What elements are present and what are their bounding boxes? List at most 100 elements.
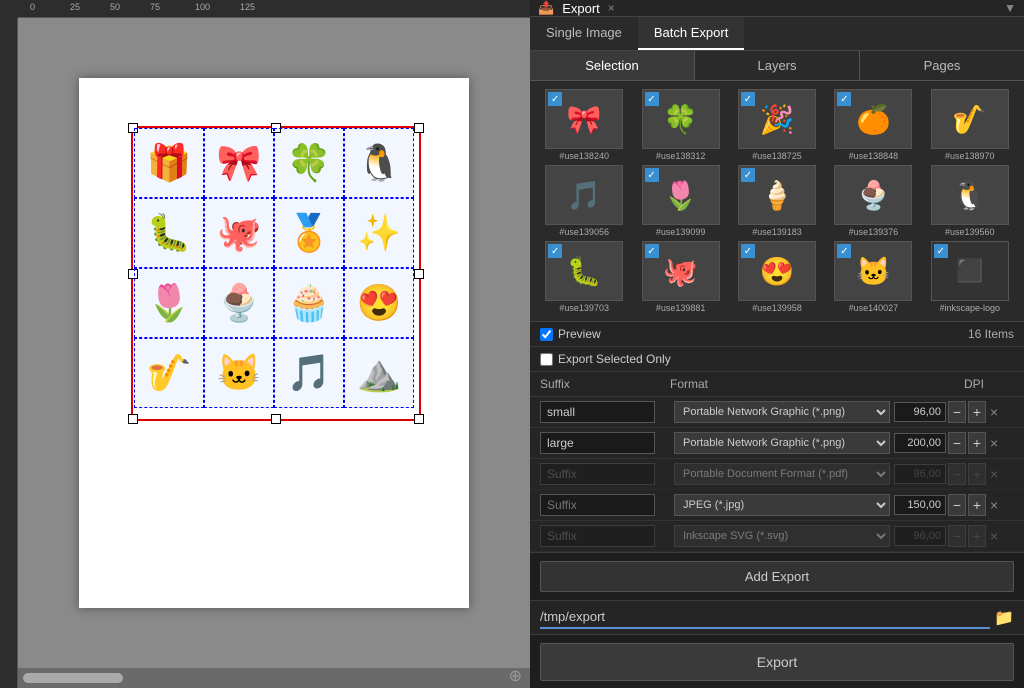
canvas-emoji-0: 🎁 xyxy=(134,128,204,198)
thumb-check-10[interactable]: ✓ xyxy=(548,244,562,258)
dpi-plus-0[interactable]: + xyxy=(968,401,986,423)
preview-checkbox-row: Preview xyxy=(540,327,601,341)
thumb-11[interactable]: ✓ 🐙 #use139881 xyxy=(634,241,726,313)
thumb-6[interactable]: ✓ 🌷 #use139099 xyxy=(634,165,726,237)
format-select-3[interactable]: JPEG (*.jpg) Portable Network Graphic (*… xyxy=(674,494,890,516)
thumb-box-8: 🍨 xyxy=(834,165,912,225)
dpi-group-1: − + × xyxy=(894,432,1014,454)
dpi-minus-1[interactable]: − xyxy=(948,432,966,454)
thumb-label-10: #use139703 xyxy=(559,303,609,313)
export-selected-checkbox[interactable] xyxy=(540,353,553,366)
thumb-box-10: ✓ 🐛 xyxy=(545,241,623,301)
filepath-input[interactable] xyxy=(540,606,990,629)
subtab-layers[interactable]: Layers xyxy=(695,51,860,80)
panel-collapse-icon[interactable]: ▼ xyxy=(1004,1,1016,15)
format-select-2[interactable]: Portable Document Format (*.pdf) Portabl… xyxy=(674,463,890,485)
thumb-4[interactable]: 🎷 #use138970 xyxy=(924,89,1016,161)
thumb-check-12[interactable]: ✓ xyxy=(741,244,755,258)
preview-checkbox[interactable] xyxy=(540,328,553,341)
thumb-7[interactable]: ✓ 🍦 #use139183 xyxy=(731,165,823,237)
thumb-0[interactable]: ✓ 🎀 #use138240 xyxy=(538,89,630,161)
dpi-plus-3[interactable]: + xyxy=(968,494,986,516)
canvas-emoji-2: 🍀 xyxy=(274,128,344,198)
thumb-check-1[interactable]: ✓ xyxy=(645,92,659,106)
dpi-input-4[interactable] xyxy=(894,526,946,546)
dpi-delete-3[interactable]: × xyxy=(990,497,998,513)
dpi-delete-1[interactable]: × xyxy=(990,435,998,451)
export-button[interactable]: Export xyxy=(540,643,1014,681)
dpi-minus-2[interactable]: − xyxy=(948,463,966,485)
folder-icon[interactable]: 📁 xyxy=(994,608,1014,628)
format-select-1[interactable]: Portable Network Graphic (*.png) Portabl… xyxy=(674,432,890,454)
thumb-box-3: ✓ 🍊 xyxy=(834,89,912,149)
thumb-check-3[interactable]: ✓ xyxy=(837,92,851,106)
thumb-14[interactable]: ✓ ⬛ #inkscape-logo xyxy=(924,241,1016,313)
thumb-box-7: ✓ 🍦 xyxy=(738,165,816,225)
canvas-inner: 🎁 🎀 🍀 🐧 🐛 🐙 🏅 ✨ 🌷 🍨 🧁 😍 🎷 🐱 🎵 ⛰️ xyxy=(18,18,530,668)
panel-close-icon[interactable]: × xyxy=(608,1,615,15)
thumb-13[interactable]: ✓ 🐱 #use140027 xyxy=(827,241,919,313)
handle-tr xyxy=(414,123,424,133)
filepath-row: 📁 xyxy=(530,600,1024,635)
thumb-5[interactable]: 🎵 #use139056 xyxy=(538,165,630,237)
export-row-0: Portable Network Graphic (*.png) Portabl… xyxy=(530,397,1024,428)
canvas-emoji-3: 🐧 xyxy=(344,128,414,198)
dpi-delete-4[interactable]: × xyxy=(990,528,998,544)
thumb-check-2[interactable]: ✓ xyxy=(741,92,755,106)
thumb-check-6[interactable]: ✓ xyxy=(645,168,659,182)
dpi-input-3[interactable] xyxy=(894,495,946,515)
thumb-10[interactable]: ✓ 🐛 #use139703 xyxy=(538,241,630,313)
tab-batch-export[interactable]: Batch Export xyxy=(638,17,744,50)
subtab-selection[interactable]: Selection xyxy=(530,51,695,80)
thumb-12[interactable]: ✓ 😍 #use139958 xyxy=(731,241,823,313)
suffix-input-4[interactable] xyxy=(540,525,655,547)
suffix-input-1[interactable] xyxy=(540,432,655,454)
horizontal-scrollbar[interactable] xyxy=(18,668,530,688)
canvas-emoji-10: 🧁 xyxy=(274,268,344,338)
export-row-1: Portable Network Graphic (*.png) Portabl… xyxy=(530,428,1024,459)
dpi-input-1[interactable] xyxy=(894,433,946,453)
snap-icon[interactable]: ⊕ xyxy=(509,666,522,686)
subtab-pages[interactable]: Pages xyxy=(860,51,1024,80)
dpi-plus-4[interactable]: + xyxy=(968,525,986,547)
thumb-box-2: ✓ 🎉 xyxy=(738,89,816,149)
dpi-minus-4[interactable]: − xyxy=(948,525,966,547)
thumb-9[interactable]: 🐧 #use139560 xyxy=(924,165,1016,237)
dpi-group-3: − + × xyxy=(894,494,1014,516)
dpi-minus-0[interactable]: − xyxy=(948,401,966,423)
thumb-box-13: ✓ 🐱 xyxy=(834,241,912,301)
thumb-check-11[interactable]: ✓ xyxy=(645,244,659,258)
scrollbar-thumb[interactable] xyxy=(23,673,123,683)
canvas-emoji-1: 🎀 xyxy=(204,128,274,198)
tab-single-image[interactable]: Single Image xyxy=(530,17,638,50)
dpi-plus-1[interactable]: + xyxy=(968,432,986,454)
thumb-box-11: ✓ 🐙 xyxy=(642,241,720,301)
suffix-input-2[interactable] xyxy=(540,463,655,485)
dpi-input-2[interactable] xyxy=(894,464,946,484)
dpi-delete-0[interactable]: × xyxy=(990,404,998,420)
canvas-area: 0 25 50 75 100 125 xyxy=(0,0,530,688)
format-select-4[interactable]: Inkscape SVG (*.svg) Portable Network Gr… xyxy=(674,525,890,547)
thumb-check-13[interactable]: ✓ xyxy=(837,244,851,258)
thumb-2[interactable]: ✓ 🎉 #use138725 xyxy=(731,89,823,161)
canvas-emoji-4: 🐛 xyxy=(134,198,204,268)
format-select-0[interactable]: Portable Network Graphic (*.png) Portabl… xyxy=(674,401,890,423)
suffix-input-0[interactable] xyxy=(540,401,655,423)
export-row-3: JPEG (*.jpg) Portable Network Graphic (*… xyxy=(530,490,1024,521)
thumbnails-area: ✓ 🎀 #use138240 ✓ 🍀 #use138312 ✓ 🎉 #use13… xyxy=(530,81,1024,322)
thumb-check-0[interactable]: ✓ xyxy=(548,92,562,106)
thumb-1[interactable]: ✓ 🍀 #use138312 xyxy=(634,89,726,161)
thumb-label-2: #use138725 xyxy=(752,151,802,161)
dpi-minus-3[interactable]: − xyxy=(948,494,966,516)
thumb-8[interactable]: 🍨 #use139376 xyxy=(827,165,919,237)
canvas-emoji-7: ✨ xyxy=(344,198,414,268)
dpi-plus-2[interactable]: + xyxy=(968,463,986,485)
thumb-check-14[interactable]: ✓ xyxy=(934,244,948,258)
canvas-content[interactable]: 🎁 🎀 🍀 🐧 🐛 🐙 🏅 ✨ 🌷 🍨 🧁 😍 🎷 🐱 🎵 ⛰️ xyxy=(18,18,530,688)
dpi-delete-2[interactable]: × xyxy=(990,466,998,482)
suffix-input-3[interactable] xyxy=(540,494,655,516)
add-export-button[interactable]: Add Export xyxy=(540,561,1014,592)
thumb-check-7[interactable]: ✓ xyxy=(741,168,755,182)
thumb-3[interactable]: ✓ 🍊 #use138848 xyxy=(827,89,919,161)
dpi-input-0[interactable] xyxy=(894,402,946,422)
